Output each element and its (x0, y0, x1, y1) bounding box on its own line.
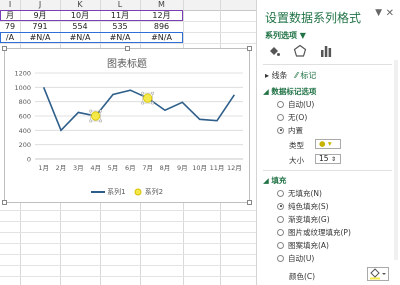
series2-marker (91, 111, 101, 121)
selection-handle (151, 91, 154, 95)
series-options-icon[interactable] (319, 44, 333, 58)
legend-series2: 系列2 (144, 188, 164, 196)
cell[interactable]: 12月 (140, 10, 183, 21)
radio-picture-fill[interactable]: 图片或纹理填充(P) (277, 228, 351, 238)
cell[interactable]: #N/A (60, 32, 100, 43)
radio-solid-fill[interactable]: 纯色填充(S) (277, 202, 329, 212)
paint-bucket-icon (370, 268, 386, 280)
y-tick-label: 800 (19, 98, 31, 106)
selection-handle (141, 91, 144, 95)
y-tick-label: 600 (19, 113, 31, 121)
selection-handle (89, 119, 92, 123)
section-marker-options[interactable]: ◢ 数据标记选项 (263, 86, 316, 97)
x-tick-label: 8月 (160, 164, 171, 172)
tab-line[interactable]: ▸ 线条 (265, 71, 288, 80)
type-label: 类型 (289, 141, 304, 150)
pane-title: 设置数据系列格式 (265, 11, 362, 25)
cell[interactable]: #N/A (100, 32, 140, 43)
radio-no-fill[interactable]: 无填充(N) (277, 189, 322, 199)
cell[interactable]: 554 (60, 21, 100, 32)
cell-i-r3[interactable]: /A (0, 32, 20, 43)
x-tick-label: 7月 (142, 164, 153, 172)
cell-i-r2[interactable]: 79 (0, 21, 20, 32)
radio-pattern-fill[interactable]: 图案填充(A) (277, 241, 329, 251)
tab-marker[interactable]: ⁄⁄ 标记 (295, 71, 316, 80)
radio-marker-none[interactable]: 无(O) (277, 113, 307, 123)
selection-handle (99, 119, 102, 123)
cell[interactable]: 535 (100, 21, 140, 32)
color-label: 颜色(C) (289, 272, 316, 281)
close-icon[interactable]: ✕ (386, 8, 394, 19)
y-tick-label: 400 (19, 127, 31, 135)
cell[interactable]: 9月 (20, 10, 60, 21)
y-tick-label: 200 (19, 141, 31, 149)
chart-legend[interactable]: 系列1 系列2 (5, 187, 249, 197)
format-data-series-pane[interactable]: 设置数据系列格式 ▼ ✕ 系列选项 ▼ ▸ 线条 ⁄⁄ 标记 ◢ 数据标记选项 … (256, 0, 400, 285)
x-tick-label: 6月 (125, 164, 136, 172)
cell[interactable]: #N/A (140, 32, 183, 43)
x-tick-label: 11月 (210, 164, 225, 172)
effects-icon[interactable] (293, 44, 307, 58)
radio-gradient-fill[interactable]: 渐变填充(G) (277, 215, 330, 225)
legend-series1: 系列1 (107, 188, 126, 196)
section-fill[interactable]: ◢ 填充 (263, 175, 286, 186)
x-tick-label: 10月 (192, 164, 207, 172)
cell[interactable]: 11月 (100, 10, 140, 21)
x-tick-label: 2月 (56, 164, 67, 172)
series1-line (42, 87, 235, 132)
radio-marker-builtin[interactable]: 内置 (277, 126, 303, 136)
y-tick-label: 0 (27, 156, 31, 164)
x-tick-label: 3月 (73, 164, 84, 172)
cell-i-r1[interactable]: 月 (0, 10, 20, 21)
y-tick-label: 1200 (14, 70, 31, 78)
marker-type-select[interactable]: ● ▾ (315, 139, 341, 149)
series-options-dropdown[interactable]: 系列选项 ▼ (265, 30, 306, 41)
cell[interactable]: 896 (140, 21, 183, 32)
plot-area[interactable]: 0 200 400 600 800 1000 1200 1月 2月 3月 4月 5月 6月 7月 8月 9月 1… (5, 49, 251, 204)
x-tick-label: 1月 (38, 164, 49, 172)
x-tick-label: 9月 (177, 164, 188, 172)
size-label: 大小 (289, 156, 304, 165)
y-tick-label: 1000 (14, 84, 31, 92)
cell[interactable]: 10月 (60, 10, 100, 21)
line-chart[interactable]: 图表标题 0 200 400 600 800 1000 1200 1月 2月 3月 4月 5月 6月 7月… (2, 46, 252, 205)
cell[interactable]: 791 (20, 21, 60, 32)
radio-auto-fill[interactable]: 自动(U) (277, 254, 314, 264)
fill-line-icon[interactable] (267, 44, 281, 58)
radio-marker-auto[interactable]: 自动(U) (277, 100, 314, 110)
cell[interactable]: #N/A (20, 32, 60, 43)
pane-scrollbar[interactable] (394, 60, 398, 260)
selection-handle (141, 101, 144, 105)
fill-color-picker[interactable] (367, 267, 389, 281)
marker-size-stepper[interactable]: 15 ⇕ (315, 154, 341, 164)
spreadsheet-area[interactable]: I J K L M 月 9月 10月 11月 12月 79 791 554 53… (0, 0, 256, 285)
selection-handle (89, 109, 92, 113)
selection-handle (151, 101, 154, 105)
pane-options-icon[interactable]: ▼ (375, 8, 382, 18)
x-tick-label: 5月 (108, 164, 119, 172)
selection-handle (99, 109, 102, 113)
x-tick-label: 12月 (227, 164, 242, 172)
x-tick-label: 4月 (90, 164, 101, 172)
series2-marker (143, 93, 153, 103)
